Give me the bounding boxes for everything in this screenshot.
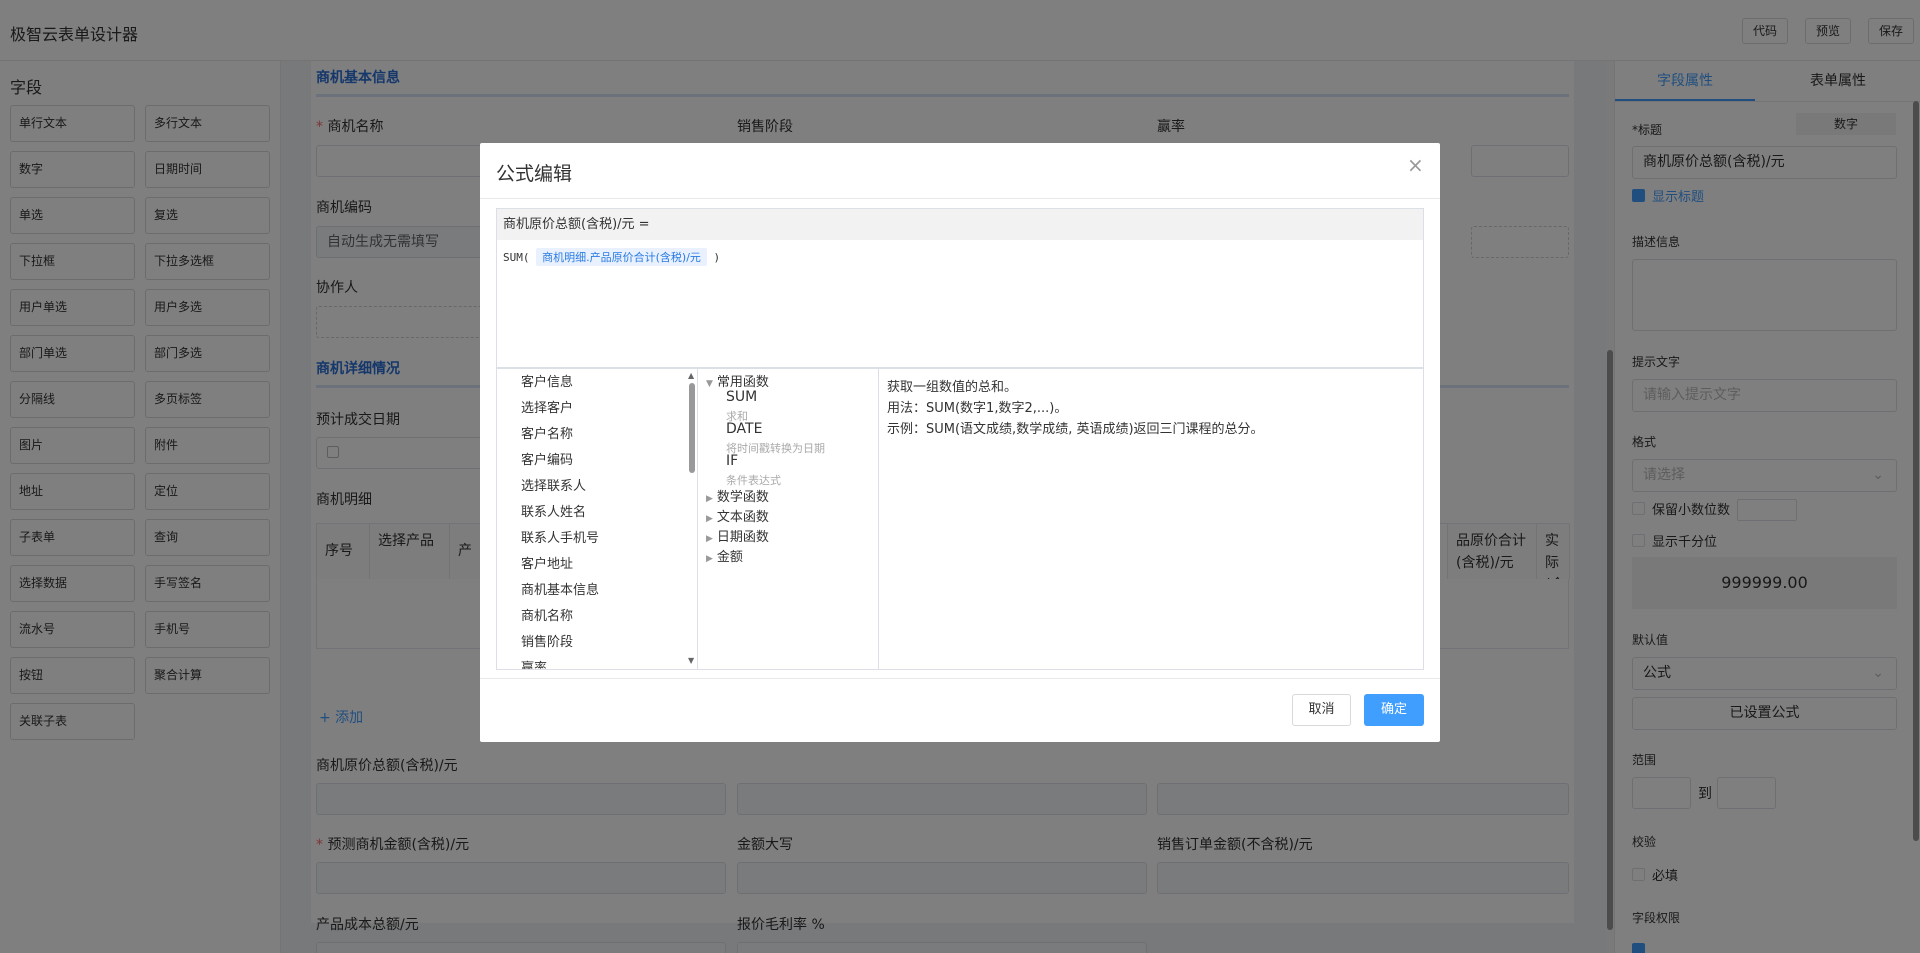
dialog-divider <box>480 678 1440 679</box>
formula-expression[interactable]: SUM( 商机明细.产品原价合计(含税)/元 ) <box>503 248 720 266</box>
variable-item[interactable]: 赢率 <box>521 657 547 669</box>
category-common[interactable]: ▼ 常用函数 <box>706 371 769 390</box>
variable-item[interactable]: 商机名称 <box>521 605 573 624</box>
dialog-divider <box>480 198 1440 199</box>
variable-item[interactable]: 客户编码 <box>521 449 573 468</box>
formula-editor[interactable]: 商机原价总额(含税)/元 = SUM( 商机明细.产品原价合计(含税)/元 ) <box>496 208 1424 368</box>
variable-scrollbar[interactable]: ▲ ▼ <box>686 369 697 669</box>
caret-right-icon: ▶ <box>706 514 713 524</box>
caret-right-icon: ▶ <box>706 494 713 504</box>
variable-item[interactable]: 客户地址 <box>521 553 573 572</box>
variable-item[interactable]: 选择联系人 <box>521 475 586 494</box>
variable-item[interactable]: 客户名称 <box>521 423 573 442</box>
help-usage: 用法：SUM(数字1,数字2,...)。 <box>887 401 1068 416</box>
variable-list: 客户信息选择客户客户名称客户编码选择联系人联系人姓名联系人手机号 客户地址商机基本… <box>497 369 698 669</box>
variable-item[interactable]: 销售阶段 <box>521 631 573 650</box>
cancel-button[interactable]: 取消 <box>1292 694 1351 726</box>
category-date[interactable]: ▶ 日期函数 <box>706 526 769 545</box>
close-icon[interactable]: × <box>1407 153 1424 177</box>
function-help: 获取一组数值的总和。 用法：SUM(数字1,数字2,...)。 示例：SUM(语… <box>879 369 1423 669</box>
help-summary: 获取一组数值的总和。 <box>887 380 1018 395</box>
caret-down-icon: ▼ <box>706 379 713 389</box>
variable-item[interactable]: 客户信息 <box>521 371 573 390</box>
function-desc: 将时间戳转换为日期 <box>726 442 825 455</box>
function-if[interactable]: IF <box>726 453 738 469</box>
category-math[interactable]: ▶ 数学函数 <box>706 486 769 505</box>
category-text[interactable]: ▶ 文本函数 <box>706 506 769 525</box>
formula-panes: 客户信息选择客户客户名称客户编码选择联系人联系人姓名联系人手机号 客户地址商机基本… <box>496 368 1424 670</box>
function-date[interactable]: DATE <box>726 421 762 437</box>
caret-right-icon: ▶ <box>706 534 713 544</box>
scroll-down-icon[interactable]: ▼ <box>688 656 694 665</box>
formula-field-chip[interactable]: 商机明细.产品原价合计(含税)/元 <box>536 248 707 266</box>
variable-item[interactable]: 选择客户 <box>521 397 573 416</box>
function-tree: ▼ 常用函数 SUM 求和 DATE 将时间戳转换为日期 IF 条件表达式 ▶ 数学… <box>698 369 879 669</box>
function-sum[interactable]: SUM <box>726 389 757 405</box>
formula-dialog: 公式编辑 × 商机原价总额(含税)/元 = SUM( 商机明细.产品原价合计(含… <box>480 143 1440 742</box>
variable-scrollbar-thumb[interactable] <box>689 383 695 473</box>
formula-target: 商机原价总额(含税)/元 = <box>497 209 1423 240</box>
variable-item[interactable]: 商机基本信息 <box>521 579 599 598</box>
variable-item[interactable]: 联系人姓名 <box>521 501 586 520</box>
scroll-up-icon[interactable]: ▲ <box>688 371 694 380</box>
caret-right-icon: ▶ <box>706 554 713 564</box>
confirm-button[interactable]: 确定 <box>1364 694 1424 726</box>
help-example: 示例：SUM(语文成绩,数学成绩, 英语成绩)返回三门课程的总分。 <box>887 422 1264 437</box>
variable-item[interactable]: 联系人手机号 <box>521 527 599 546</box>
category-money[interactable]: ▶ 金额 <box>706 546 743 565</box>
dialog-title: 公式编辑 <box>496 163 573 185</box>
